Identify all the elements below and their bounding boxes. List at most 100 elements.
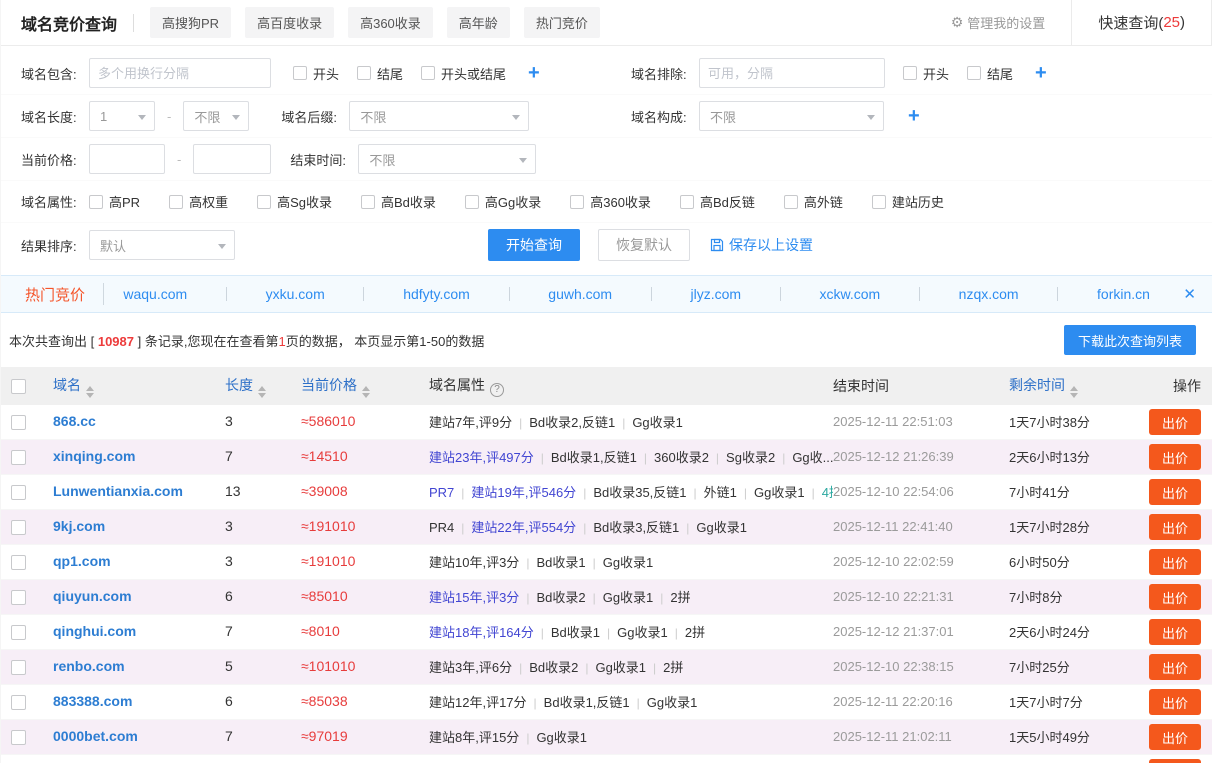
hot-domain-link[interactable]: jlyz.com (691, 286, 742, 302)
row-checkbox[interactable] (11, 485, 26, 500)
search-button[interactable]: 开始查询 (488, 229, 580, 261)
end-time-select[interactable]: 不限 (358, 144, 536, 174)
include-option-checkbox[interactable]: 结尾 (357, 64, 403, 83)
domain-link[interactable]: 883388.com (53, 693, 132, 709)
price-max-input[interactable] (193, 144, 271, 174)
checkbox-icon[interactable] (421, 66, 435, 80)
hot-domain-link[interactable]: forkin.cn (1097, 286, 1150, 302)
hot-domain-link[interactable]: waqu.com (123, 286, 187, 302)
domain-link[interactable]: Lunwentianxia.com (53, 483, 183, 499)
bid-button[interactable]: 出价 (1149, 549, 1201, 575)
checkbox-icon[interactable] (903, 66, 917, 80)
bid-button[interactable]: 出价 (1149, 444, 1201, 470)
sort-icon[interactable] (258, 386, 266, 398)
include-input[interactable] (89, 58, 271, 88)
include-add-icon[interactable]: + (528, 63, 540, 83)
length-from-select[interactable]: 1 (89, 101, 155, 131)
bid-button[interactable]: 出价 (1149, 689, 1201, 715)
bid-button[interactable]: 出价 (1149, 654, 1201, 680)
compose-select[interactable]: 不限 (699, 101, 884, 131)
attr-option-checkbox[interactable]: 高360收录 (570, 192, 651, 211)
hot-domain-link[interactable]: yxku.com (266, 286, 325, 302)
hot-domain-link[interactable]: hdfyty.com (403, 286, 470, 302)
suffix-select[interactable]: 不限 (349, 101, 529, 131)
checkbox-icon[interactable] (680, 195, 694, 209)
bid-button[interactable]: 出价 (1149, 619, 1201, 645)
download-list-button[interactable]: 下载此次查询列表 (1064, 325, 1196, 355)
row-checkbox[interactable] (11, 450, 26, 465)
row-checkbox[interactable] (11, 660, 26, 675)
reset-button[interactable]: 恢复默认 (598, 229, 690, 261)
include-option-checkbox[interactable]: 开头或结尾 (421, 64, 506, 83)
column-header-label[interactable]: 剩余时间 (1009, 377, 1065, 393)
checkbox-icon[interactable] (257, 195, 271, 209)
bid-button[interactable]: 出价 (1149, 409, 1201, 435)
row-checkbox[interactable] (11, 590, 26, 605)
domain-link[interactable]: 9kj.com (53, 518, 105, 534)
top-tab-4[interactable]: 高年龄 (447, 7, 510, 38)
domain-link[interactable]: qp1.com (53, 553, 111, 569)
bid-button[interactable]: 出价 (1149, 584, 1201, 610)
domain-link[interactable]: 868.cc (53, 413, 96, 429)
checkbox-icon[interactable] (784, 195, 798, 209)
attr-option-checkbox[interactable]: 高权重 (169, 192, 228, 211)
top-tab-1[interactable]: 高搜狗PR (150, 7, 231, 38)
bid-button[interactable]: 出价 (1149, 724, 1201, 750)
attr-option-checkbox[interactable]: 高PR (89, 192, 140, 211)
attr-option-checkbox[interactable]: 高Bd收录 (361, 192, 436, 211)
checkbox-icon[interactable] (361, 195, 375, 209)
compose-add-icon[interactable]: + (908, 106, 920, 126)
checkbox-icon[interactable] (872, 195, 886, 209)
exclude-input[interactable] (699, 58, 885, 88)
save-settings-link[interactable]: 保存以上设置 (710, 235, 813, 255)
attr-option-checkbox[interactable]: 高外链 (784, 192, 843, 211)
checkbox-icon[interactable] (570, 195, 584, 209)
sort-icon[interactable] (1070, 386, 1078, 398)
include-option-checkbox[interactable]: 开头 (293, 64, 339, 83)
length-to-select[interactable]: 不限 (183, 101, 249, 131)
column-header-label[interactable]: 当前价格 (301, 377, 357, 393)
checkbox-icon[interactable] (967, 66, 981, 80)
manage-settings-link[interactable]: ⚙ 管理我的设置 (951, 13, 1046, 32)
row-checkbox[interactable] (11, 625, 26, 640)
top-tab-5[interactable]: 热门竞价 (524, 7, 600, 38)
domain-link[interactable]: xinqing.com (53, 448, 135, 464)
attr-option-checkbox[interactable]: 建站历史 (872, 192, 944, 211)
checkbox-icon[interactable] (169, 195, 183, 209)
column-header-label[interactable]: 长度 (225, 377, 253, 393)
quick-query-tab[interactable]: 快速查询(25) (1071, 0, 1212, 45)
exclude-option-checkbox[interactable]: 结尾 (967, 64, 1013, 83)
domain-link[interactable]: 0000bet.com (53, 728, 138, 744)
bid-button[interactable]: 出价 (1149, 514, 1201, 540)
row-checkbox[interactable] (11, 555, 26, 570)
row-checkbox[interactable] (11, 415, 26, 430)
domain-link[interactable]: qiuyun.com (53, 588, 132, 604)
sort-select[interactable]: 默认 (89, 230, 235, 260)
close-icon[interactable]: ✕ (1183, 285, 1196, 303)
bid-button[interactable]: 出价 (1149, 479, 1201, 505)
exclude-add-icon[interactable]: + (1035, 63, 1047, 83)
column-header-label[interactable]: 域名 (53, 377, 81, 393)
hot-domain-link[interactable]: xckw.com (820, 286, 881, 302)
attr-option-checkbox[interactable]: 高Bd反链 (680, 192, 755, 211)
sort-icon[interactable] (86, 386, 94, 398)
checkbox-icon[interactable] (357, 66, 371, 80)
row-checkbox[interactable] (11, 695, 26, 710)
select-all-checkbox[interactable] (11, 379, 26, 394)
checkbox-icon[interactable] (465, 195, 479, 209)
top-tab-2[interactable]: 高百度收录 (245, 7, 334, 38)
help-icon[interactable]: ? (490, 383, 504, 397)
domain-link[interactable]: qinghui.com (53, 623, 136, 639)
price-min-input[interactable] (89, 144, 165, 174)
checkbox-icon[interactable] (293, 66, 307, 80)
sort-icon[interactable] (362, 386, 370, 398)
row-checkbox[interactable] (11, 730, 26, 745)
bid-button[interactable]: 出价 (1149, 759, 1201, 763)
hot-domain-link[interactable]: nzqx.com (959, 286, 1019, 302)
attr-option-checkbox[interactable]: 高Gg收录 (465, 192, 541, 211)
attr-option-checkbox[interactable]: 高Sg收录 (257, 192, 332, 211)
hot-domain-link[interactable]: guwh.com (548, 286, 612, 302)
domain-link[interactable]: renbo.com (53, 658, 125, 674)
top-tab-3[interactable]: 高360收录 (348, 7, 433, 38)
row-checkbox[interactable] (11, 520, 26, 535)
